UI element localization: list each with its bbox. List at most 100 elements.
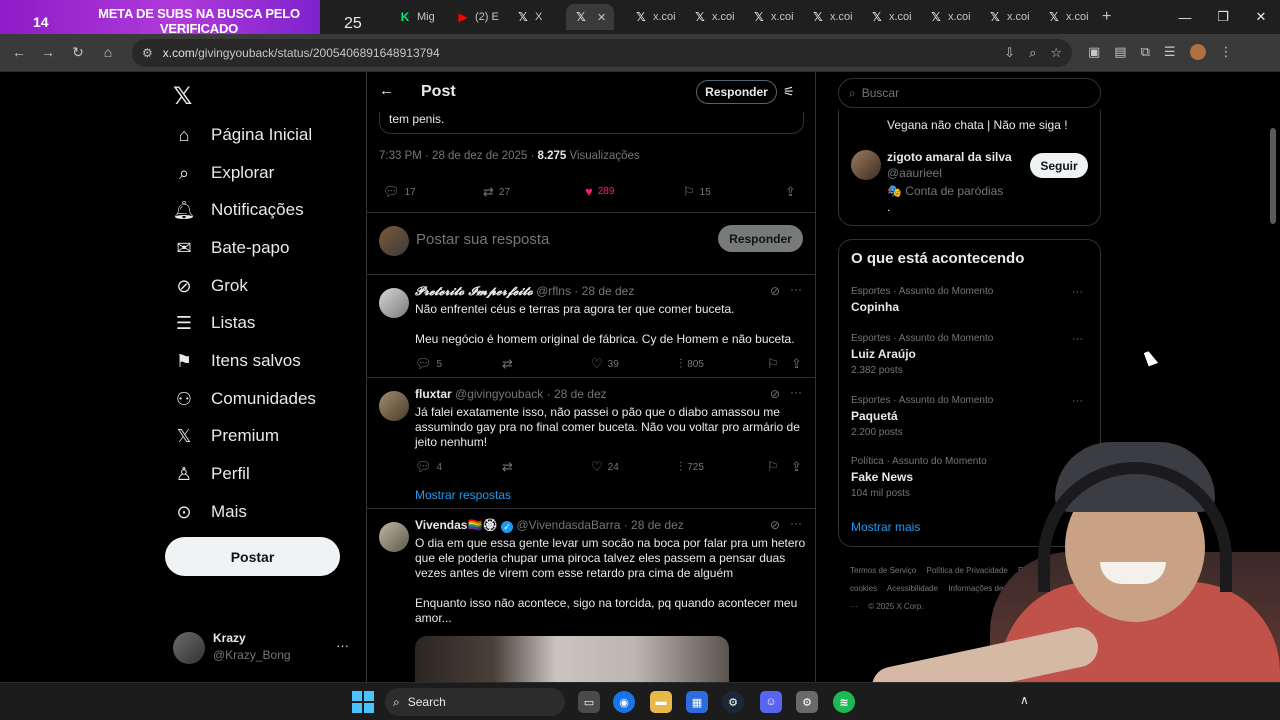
steam-icon[interactable]: ⚙: [722, 691, 744, 713]
sidebar-item-explore[interactable]: ⌕ Explorar: [173, 158, 274, 188]
trend-item[interactable]: Esportes · Assunto do Momento Copinha ··…: [851, 286, 1091, 314]
share-action[interactable]: ⇪: [785, 184, 796, 200]
grok-icon[interactable]: ⊘: [770, 387, 780, 401]
more-dots-icon[interactable]: ···: [1072, 395, 1083, 407]
browser-tab[interactable]: 𝕏x.coi: [1039, 4, 1097, 30]
extension-icon[interactable]: ▣: [1088, 44, 1100, 60]
reply-action[interactable]: 💬︎ 17: [383, 184, 416, 200]
close-window-icon[interactable]: ✕: [1242, 0, 1280, 34]
tweet-media-image[interactable]: [415, 636, 729, 682]
reply-action[interactable]: 💬︎ 5: [415, 356, 442, 372]
grok-icon[interactable]: ⊘: [770, 518, 780, 532]
repost-action[interactable]: ⇄: [502, 459, 513, 475]
star-bookmark-icon[interactable]: ☆: [1050, 45, 1062, 61]
browser-tab[interactable]: 𝕏X: [508, 4, 550, 30]
browser-tab[interactable]: 𝕏x.coi: [685, 4, 743, 30]
windows-start-icon[interactable]: [352, 691, 374, 713]
close-tab-icon[interactable]: ✕: [597, 11, 606, 24]
reply-input[interactable]: Postar sua resposta: [416, 231, 549, 248]
forward-arrow-icon[interactable]: →: [39, 44, 57, 60]
account-bio: .: [887, 200, 891, 214]
account-name[interactable]: zigoto amaral da silva: [887, 150, 1012, 164]
task-view-icon[interactable]: ▭: [578, 691, 600, 713]
sidebar-item-chat[interactable]: ✉ Bate-papo: [173, 233, 289, 263]
more-dots-icon[interactable]: ···: [790, 385, 802, 399]
more-dots-icon[interactable]: ···: [1072, 286, 1083, 298]
profile-avatar-icon[interactable]: [1189, 44, 1206, 60]
back-arrow-icon[interactable]: ←: [10, 44, 28, 60]
zoom-icon[interactable]: ⌕: [1029, 45, 1036, 61]
more-dots-icon[interactable]: ···: [790, 282, 802, 296]
home-browser-icon[interactable]: ⌂: [99, 44, 117, 60]
sidebar-item-more[interactable]: ⊙ Mais: [173, 497, 246, 527]
grok-icon[interactable]: ⊘: [770, 284, 780, 298]
repost-action[interactable]: ⇄: [502, 356, 513, 372]
post-button[interactable]: Postar: [165, 537, 340, 576]
share-action[interactable]: ⇪: [791, 459, 802, 475]
reply-header-button[interactable]: Responder: [696, 80, 777, 104]
bookmark-action[interactable]: ⚐ 15: [683, 184, 711, 200]
more-dots-icon[interactable]: ···: [790, 516, 802, 530]
store-icon[interactable]: ▦: [686, 691, 708, 713]
repost-action[interactable]: ⇄ 27: [483, 184, 510, 200]
reload-icon[interactable]: ↻: [69, 44, 87, 61]
sidebar-item-bookmarks[interactable]: ⚑ Itens salvos: [173, 346, 301, 376]
taskbar-search[interactable]: ⌕ Search: [385, 688, 565, 716]
sidebar-item-lists[interactable]: ☰ Listas: [173, 308, 256, 338]
more-dots-icon[interactable]: ···: [336, 638, 349, 653]
views-action[interactable]: ⫶ 805: [679, 356, 704, 372]
minimize-icon[interactable]: —: [1166, 0, 1204, 34]
file-explorer-icon[interactable]: ▬: [650, 691, 672, 713]
like-action[interactable]: ♥ 289: [585, 184, 614, 199]
show-replies-link[interactable]: Mostrar respostas: [415, 488, 511, 502]
settings-icon[interactable]: ⚙: [796, 691, 818, 713]
more-dots-icon[interactable]: ···: [1072, 333, 1083, 345]
back-arrow-icon[interactable]: ←: [379, 82, 394, 99]
puzzle-extensions-icon[interactable]: ⧉: [1141, 44, 1150, 60]
trend-item[interactable]: Esportes · Assunto do Momento Luiz Araúj…: [851, 333, 1091, 376]
sidebar-item-grok[interactable]: ⊘ Grok: [173, 271, 247, 301]
discord-icon[interactable]: ☺: [760, 691, 782, 713]
browser-tab[interactable]: 𝕏x.coi: [626, 4, 684, 30]
browser-tab[interactable]: K Mig: [390, 4, 443, 30]
account-switcher[interactable]: Krazy @Krazy_Bong ···: [173, 630, 353, 664]
sliders-icon[interactable]: ⚟: [783, 84, 795, 100]
quoted-post-tail[interactable]: tem penis.: [379, 110, 804, 134]
spotify-icon[interactable]: ≋: [833, 691, 855, 713]
media-control-icon[interactable]: ☰: [1164, 44, 1176, 60]
restore-icon[interactable]: ❐: [1204, 0, 1242, 34]
bookmark-action[interactable]: ⚐: [767, 459, 779, 475]
reply-submit-button[interactable]: Responder: [718, 225, 803, 252]
new-tab-plus-icon[interactable]: +: [1102, 8, 1111, 26]
sidebar-item-notifications[interactable]: 🔔︎ Notificações: [173, 195, 304, 225]
like-action[interactable]: ♡ 24: [591, 459, 619, 475]
browser-tab[interactable]: ▶ (2) E: [448, 4, 507, 30]
browser-menu-icon[interactable]: ⋮: [1220, 44, 1233, 60]
scrollbar-thumb[interactable]: [1270, 128, 1276, 224]
browser-tab[interactable]: 𝕏x.coi: [862, 4, 920, 30]
extension-2-icon[interactable]: ▤: [1114, 44, 1126, 60]
share-action[interactable]: ⇪: [791, 356, 802, 372]
install-app-icon[interactable]: ⇩: [1004, 45, 1015, 61]
url-field[interactable]: ⚙ x.com/givingyouback/status/20054068916…: [132, 39, 1072, 67]
like-action[interactable]: ♡ 39: [591, 356, 619, 372]
follow-button[interactable]: Seguir: [1030, 153, 1088, 178]
browser-tab-active[interactable]: 𝕏 ✕: [566, 4, 615, 30]
views-action[interactable]: ⫶ 725: [679, 459, 704, 475]
sidebar-item-profile[interactable]: ♙ Perfil: [173, 459, 250, 489]
x-logo-icon[interactable]: 𝕏: [173, 82, 192, 111]
tray-chevron-icon[interactable]: ∧: [1020, 693, 1029, 707]
chrome-icon[interactable]: ◉: [613, 691, 635, 713]
browser-tab[interactable]: 𝕏x.coi: [980, 4, 1038, 30]
sidebar-item-home[interactable]: ⌂ Página Inicial: [173, 120, 313, 150]
bookmark-action[interactable]: ⚐: [767, 356, 779, 372]
reply-action[interactable]: 💬︎ 4: [415, 459, 442, 475]
sidebar-item-premium[interactable]: 𝕏 Premium: [173, 421, 279, 451]
browser-tab[interactable]: 𝕏x.coi: [803, 4, 861, 30]
search-input[interactable]: ⌕ Buscar: [838, 78, 1101, 108]
site-info-icon[interactable]: ⚙: [142, 46, 153, 60]
browser-tab[interactable]: 𝕏x.coi: [744, 4, 802, 30]
sidebar-item-communities[interactable]: ⚇ Comunidades: [173, 384, 316, 414]
browser-tab[interactable]: 𝕏x.coi: [921, 4, 979, 30]
avatar[interactable]: [851, 150, 881, 180]
